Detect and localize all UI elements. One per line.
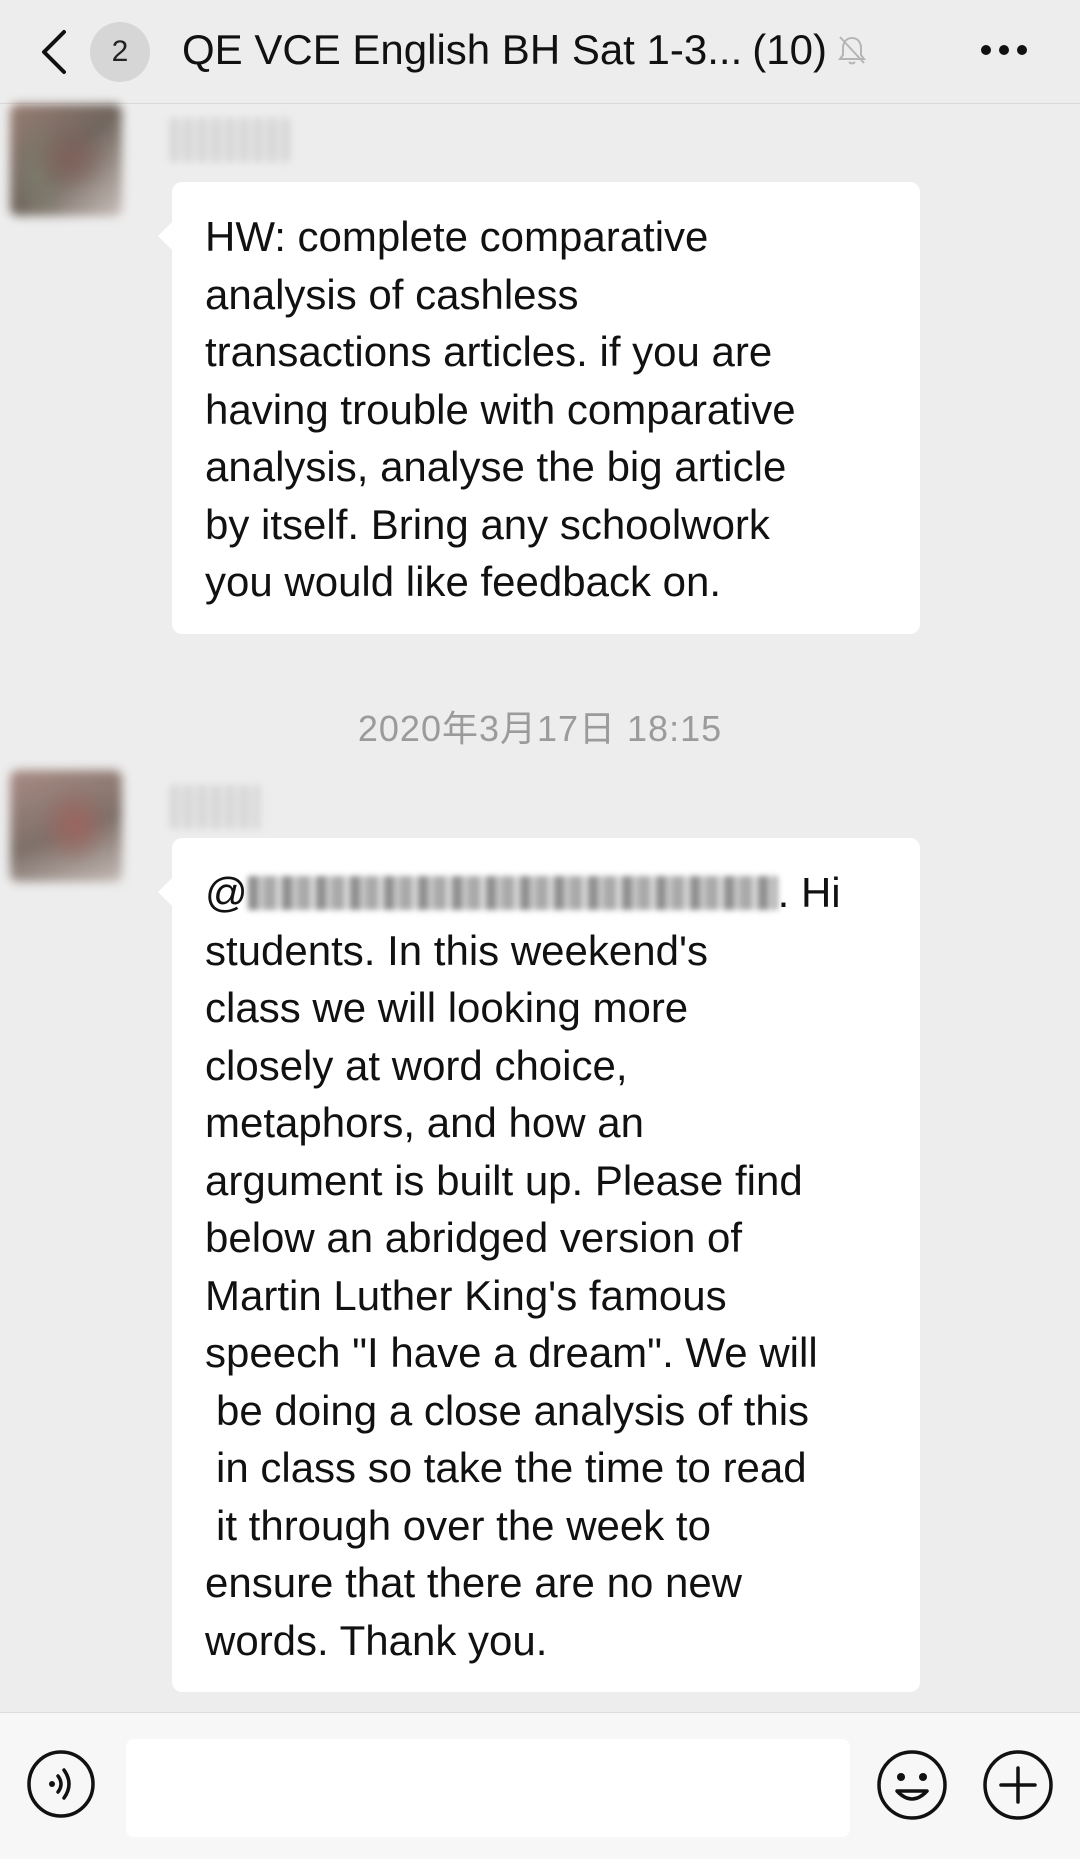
emoji-button[interactable] [876,1749,948,1821]
chevron-left-icon [40,29,68,75]
message-input-bar [0,1712,1080,1859]
mention-line: @ . Hi [205,864,886,922]
message-line: Martin Luther King's famous [205,1271,727,1319]
message-line: words. Thank you. [205,1616,548,1664]
unread-count-badge: 2 [90,22,150,82]
message-line: metaphors, and how an [205,1099,644,1146]
chat-title[interactable]: QE VCE English BH Sat 1-3... (10) [182,18,867,82]
message-line: argument is built up. Please find [205,1156,803,1204]
message-line: it through over the week to [216,1501,711,1549]
message-line: students. In this weekend's [205,926,708,974]
message-line: class we will looking more [205,984,689,1031]
more-horizontal-icon [980,43,1028,61]
mention-redacted [247,875,778,910]
message-line: by itself. Bring any schoolwork [205,500,770,548]
mention-suffix: . Hi [777,869,841,916]
message-timestamp: 2020年3月17日 18:15 [357,708,723,749]
message-line: be doing a close analysis of this [216,1386,810,1434]
sender-avatar[interactable] [10,104,122,216]
message-line: transactions articles. if you are [205,328,773,375]
mention-prefix: @ [205,869,248,916]
member-count: (10) [752,26,827,73]
message-line: ensure that there are no new [205,1559,743,1606]
message-line: closely at word choice, [205,1041,628,1089]
emoji-icon [876,1750,948,1825]
more-functions-button[interactable] [982,1749,1054,1821]
message-bubble[interactable]: @ . Hi students. In this weekend's class … [158,838,920,1692]
message-line: speech "I have a dream". We will [205,1329,818,1376]
back-button[interactable]: 2 [40,22,170,82]
message-bubble[interactable]: HW: complete comparative analysis of cas… [158,182,920,634]
chat-title-text: QE VCE English BH Sat 1-3... [182,26,743,73]
plus-circle-icon [982,1750,1054,1825]
message-line: in class so take the time to read [216,1444,807,1491]
sender-name-redacted [170,118,290,162]
more-button[interactable] [968,22,1040,82]
sender-name-redacted [170,785,260,829]
voice-input-button[interactable] [26,1749,96,1819]
message-input[interactable] [126,1739,850,1837]
bell-muted-icon [837,34,867,66]
voice-input-icon [26,1750,96,1823]
message-line: below an abridged version of [205,1214,743,1261]
message-line: you would like feedback on. [205,558,721,605]
message-line: analysis of cashless [205,270,579,318]
message-line: having trouble with comparative [205,385,796,433]
sender-avatar[interactable] [10,770,122,882]
message-line: analysis, analyse the big article [205,443,787,490]
message-line: HW: complete comparative [205,213,709,260]
chat-header: 2 QE VCE English BH Sat 1-3... (10) [0,0,1080,104]
